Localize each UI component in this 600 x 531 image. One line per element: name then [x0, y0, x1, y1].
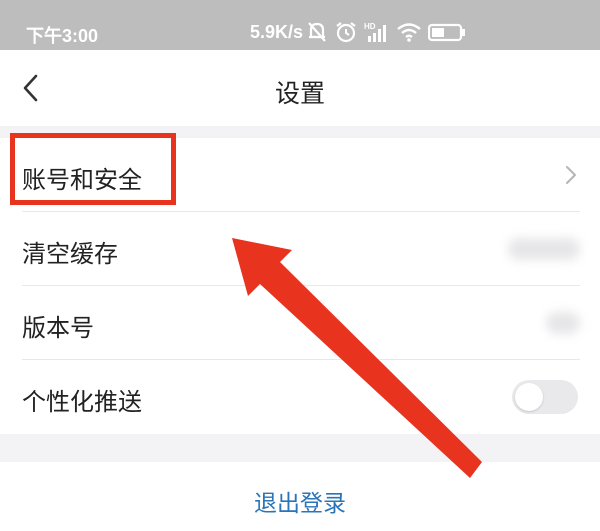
navbar: 设置	[0, 50, 600, 126]
signal-icon: HD	[364, 22, 386, 42]
signal-label: HD	[364, 22, 376, 31]
alarm-icon	[336, 22, 356, 43]
chevron-right-icon	[566, 166, 576, 184]
status-bar: 下午3:00 5.9K/s HD	[0, 0, 600, 50]
settings-item-label: 清空缓存	[22, 240, 118, 268]
mute-bell-icon	[308, 22, 326, 42]
personalized-push-toggle[interactable]	[512, 380, 578, 414]
settings-list: 账号和安全 清空缓存 版本号 个性化推送	[0, 138, 600, 434]
settings-item-label: 个性化推送	[22, 388, 142, 416]
blurred-value	[546, 312, 580, 334]
settings-item-label: 账号和安全	[22, 166, 142, 194]
toggle-knob	[515, 383, 543, 411]
blurred-value	[508, 238, 580, 260]
settings-item-version: 版本号	[0, 286, 600, 360]
logout-label: 退出登录	[254, 491, 346, 517]
network-speed: 5.9K/s	[250, 22, 304, 42]
status-time: 下午3:00	[26, 26, 99, 46]
settings-item-personalized-push: 个性化推送	[0, 360, 600, 434]
settings-item-clear-cache[interactable]: 清空缓存	[0, 212, 600, 286]
wifi-icon	[397, 23, 421, 42]
logout-button[interactable]: 退出登录	[0, 462, 600, 531]
settings-item-label: 版本号	[22, 314, 94, 342]
page-title: 设置	[274, 79, 325, 108]
settings-item-account-security[interactable]: 账号和安全	[0, 138, 600, 212]
battery-icon	[428, 23, 465, 42]
